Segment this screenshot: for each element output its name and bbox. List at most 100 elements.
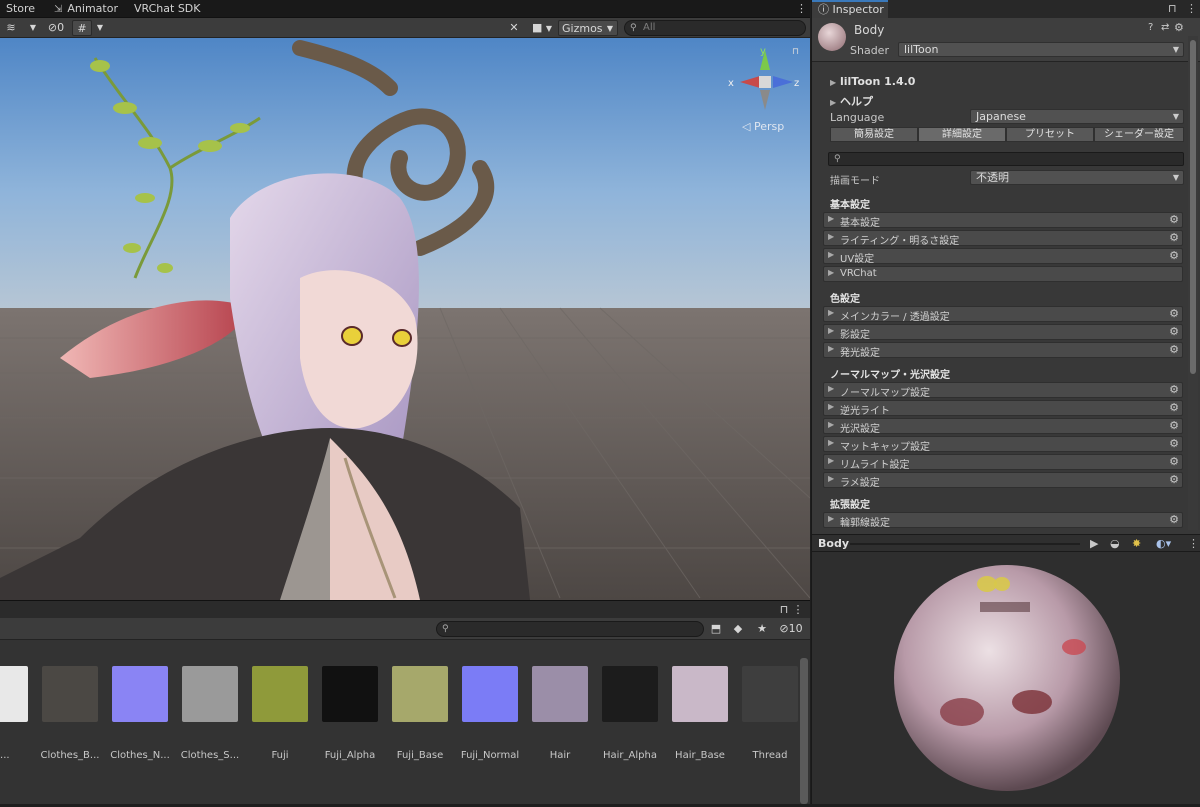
preview-background-icon[interactable]: ◐▾ <box>1156 537 1171 550</box>
mode-simple[interactable]: 簡易設定 <box>830 127 918 142</box>
gizmos-dropdown[interactable]: Gizmos ▼ <box>558 20 618 36</box>
favorites-star-icon[interactable]: ★ <box>754 621 770 637</box>
camera-dropdown[interactable]: ■ ▼ <box>528 20 556 36</box>
inspector-scroll-thumb[interactable] <box>1190 40 1196 374</box>
foldout-row[interactable]: ▶ 光沢設定 ⚙ <box>823 418 1183 435</box>
gear-icon[interactable]: ⚙ <box>1169 513 1179 526</box>
gear-icon[interactable]: ⚙ <box>1169 249 1179 262</box>
asset-thumbnail <box>602 666 658 722</box>
hidden-objects-toggle[interactable]: ⊘0 <box>44 20 68 36</box>
mode-advanced[interactable]: 詳細設定 <box>918 127 1006 142</box>
gear-icon[interactable]: ⚙ <box>1169 231 1179 244</box>
help-icon[interactable]: ? <box>1148 22 1153 33</box>
chevron-down-icon: ▼ <box>1172 112 1179 121</box>
grid-dropdown-icon[interactable]: ▼ <box>94 20 106 36</box>
chevron-right-icon: ▶ <box>828 250 835 259</box>
foldout-label: マットキャップ設定 <box>840 442 930 453</box>
section-header: 拡張設定 <box>830 500 870 511</box>
scene-search-input[interactable]: ⚲ All <box>624 20 806 36</box>
settings-gear-icon[interactable]: ⚙ <box>1174 21 1184 34</box>
foldout-row[interactable]: ▶ 逆光ライト ⚙ <box>823 400 1183 417</box>
project-hidden-toggle[interactable]: ⊘10 <box>776 621 806 637</box>
foldout-row[interactable]: ▶ VRChat <box>823 266 1183 282</box>
project-toolbar: ⚲ ⬒ ◆ ★ ⊘10 <box>0 618 810 640</box>
tools-icon[interactable]: ✕ <box>506 20 522 36</box>
render-mode-dropdown[interactable]: 不透明 ▼ <box>970 170 1184 185</box>
tab-menu-icon[interactable]: ⋮ <box>790 0 813 18</box>
version-foldout[interactable]: ▶ lilToon 1.4.0 <box>830 75 915 88</box>
scene-view[interactable]: y x z ⊓ ◁ Persp <box>0 38 810 600</box>
foldout-label: 逆光ライト <box>840 406 890 417</box>
help-foldout[interactable]: ▶ ヘルプ <box>830 93 873 109</box>
gizmo-lock-icon[interactable]: ⊓ <box>792 47 799 57</box>
preview-menu-icon[interactable]: ⋮ <box>1188 537 1199 550</box>
gear-icon[interactable]: ⚙ <box>1169 455 1179 468</box>
project-scrollbar[interactable] <box>800 658 808 804</box>
foldout-row[interactable]: ▶ 輪郭線設定 ⚙ <box>823 512 1183 529</box>
language-value: Japanese <box>976 110 1026 123</box>
foldout-row[interactable]: ▶ ラメ設定 ⚙ <box>823 472 1183 489</box>
foldout-row[interactable]: ▶ 影設定 ⚙ <box>823 324 1183 341</box>
preview-sphere-render <box>894 565 1120 791</box>
project-search-input[interactable]: ⚲ <box>436 621 704 637</box>
gear-icon[interactable]: ⚙ <box>1169 383 1179 396</box>
asset-thumbnail <box>462 666 518 722</box>
preset-icon[interactable]: ⇄ <box>1161 22 1169 33</box>
foldout-row[interactable]: ▶ 基本設定 ⚙ <box>823 212 1183 229</box>
gear-icon[interactable]: ⚙ <box>1169 419 1179 432</box>
play-icon[interactable]: ▶ <box>1090 537 1098 550</box>
layers-icon[interactable]: ≋ <box>4 20 18 36</box>
mode-preset[interactable]: プリセット <box>1006 127 1094 142</box>
layers-dropdown-icon[interactable]: ▼ <box>28 20 38 36</box>
property-search-input[interactable]: ⚲ <box>828 152 1184 166</box>
grid-icon[interactable]: # <box>72 20 92 36</box>
persp-label[interactable]: ◁ Persp <box>742 120 784 133</box>
gear-icon[interactable]: ⚙ <box>1169 437 1179 450</box>
project-menu-icon[interactable]: ⋮ <box>792 602 804 618</box>
project-tab-bar: ⊓ ⋮ <box>0 600 810 618</box>
mode-shader-settings[interactable]: シェーダー設定 <box>1094 127 1184 142</box>
gear-icon[interactable]: ⚙ <box>1169 473 1179 486</box>
foldout-row[interactable]: ▶ ライティング・明るさ設定 ⚙ <box>823 230 1183 247</box>
chevron-right-icon: ▶ <box>828 514 835 523</box>
shader-dropdown[interactable]: lilToon ▼ <box>898 42 1184 57</box>
hidden-count: 0 <box>57 21 65 34</box>
foldout-row[interactable]: ▶ UV設定 ⚙ <box>823 248 1183 265</box>
inspector-menu-icon[interactable]: ⋮ <box>1186 2 1197 15</box>
inspector-tab-bar: ⓘ Inspector ⊓ ⋮ <box>812 0 1200 18</box>
asset-thumbnail <box>392 666 448 722</box>
light-icon[interactable]: ✸ <box>1132 537 1141 550</box>
material-preview[interactable] <box>812 552 1200 804</box>
camera-chevron-icon: ▼ <box>545 24 553 33</box>
language-dropdown[interactable]: Japanese ▼ <box>970 109 1184 124</box>
foldout-row[interactable]: ▶ ノーマルマップ設定 ⚙ <box>823 382 1183 399</box>
foldout-row[interactable]: ▶ マットキャップ設定 ⚙ <box>823 436 1183 453</box>
tab-inspector[interactable]: ⓘ Inspector <box>812 0 888 18</box>
gear-icon[interactable]: ⚙ <box>1169 325 1179 338</box>
preview-drag-handle[interactable] <box>850 543 1080 545</box>
gear-icon[interactable]: ⚙ <box>1169 343 1179 356</box>
foldout-row[interactable]: ▶ 発光設定 ⚙ <box>823 342 1183 359</box>
gear-icon[interactable]: ⚙ <box>1169 401 1179 414</box>
asset-label: Thread <box>752 750 788 761</box>
tab-vrchat-sdk[interactable]: VRChat SDK <box>128 0 207 18</box>
gear-icon[interactable]: ⚙ <box>1169 213 1179 226</box>
tab-store[interactable]: Store <box>0 0 41 18</box>
gear-icon[interactable]: ⚙ <box>1169 307 1179 320</box>
filter-by-label-icon[interactable]: ◆ <box>730 621 746 637</box>
foldout-label: 光沢設定 <box>840 424 880 435</box>
tab-animator[interactable]: ⇲ Animator <box>48 0 124 18</box>
foldout-row[interactable]: ▶ リムライト設定 ⚙ <box>823 454 1183 471</box>
inspector-lock-icon[interactable]: ⊓ <box>1168 2 1177 15</box>
sphere-mesh-icon[interactable]: ◒ <box>1110 537 1120 550</box>
scene-search-placeholder: All <box>643 22 656 33</box>
filter-by-type-icon[interactable]: ⬒ <box>708 621 724 637</box>
project-lock-icon[interactable]: ⊓ <box>778 602 790 618</box>
chevron-right-icon: ▶ <box>828 402 835 411</box>
asset-thumbnail <box>0 666 28 722</box>
foldout-row[interactable]: ▶ メインカラー / 透過設定 ⚙ <box>823 306 1183 323</box>
foldout-label: VRChat <box>840 268 877 279</box>
asset-thumbnail <box>672 666 728 722</box>
chevron-right-icon: ▶ <box>828 420 835 429</box>
asset-label: Clothes_B... <box>40 750 100 761</box>
